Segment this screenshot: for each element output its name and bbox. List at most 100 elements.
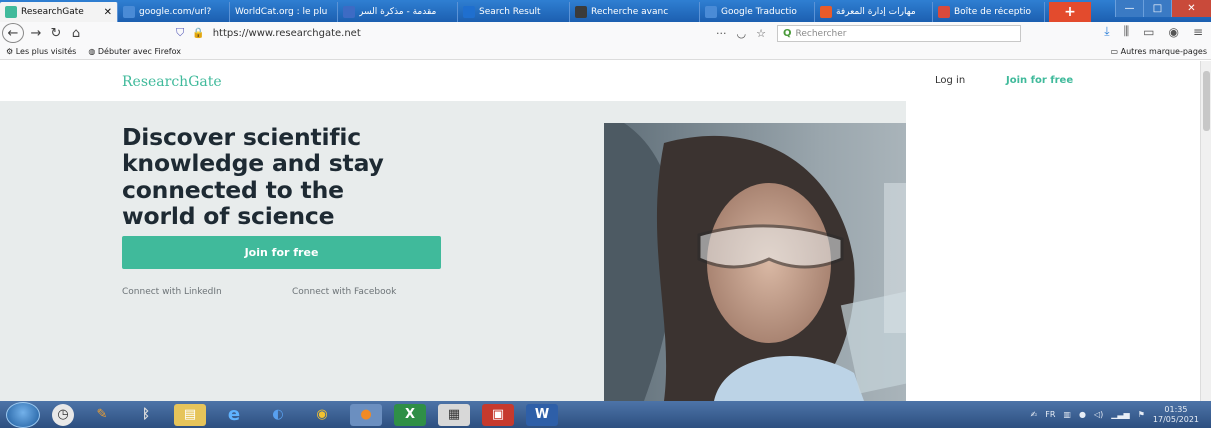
calculator-icon[interactable]: ▦ xyxy=(438,403,470,426)
back-button[interactable]: ← xyxy=(2,23,24,43)
clock-time: 01:35 xyxy=(1164,405,1188,415)
url-text[interactable]: https://www.researchgate.net xyxy=(213,28,361,39)
minimize-icon[interactable]: — xyxy=(1115,0,1143,17)
heading-line: world of science xyxy=(122,201,335,230)
site-favicon-icon xyxy=(575,6,587,18)
login-link[interactable]: Log in xyxy=(935,75,965,86)
maximize-icon[interactable]: □ xyxy=(1143,0,1171,17)
close-tab-icon[interactable]: ✕ xyxy=(104,7,112,18)
home-button[interactable]: ⌂ xyxy=(66,23,86,43)
tab-google-traduction[interactable]: Google Traductio xyxy=(700,2,815,22)
search-placeholder: Rechercher xyxy=(795,28,847,39)
site-logo[interactable]: ResearchGate xyxy=(122,74,222,90)
skype-icon[interactable]: ◐ xyxy=(262,404,294,426)
web-page: ResearchGate Log in Join for free Discov… xyxy=(0,61,1211,401)
bookmark-star-icon[interactable]: ☆ xyxy=(756,27,766,40)
search-engine-icon[interactable]: Q xyxy=(783,28,792,39)
gmail-favicon-icon xyxy=(938,6,950,18)
join-for-free-button[interactable]: Join for free xyxy=(122,236,441,269)
antivirus-icon[interactable]: ● xyxy=(1079,410,1086,419)
internet-explorer-icon[interactable]: e xyxy=(218,404,250,426)
tab-bar: ResearchGate ✕ google.com/url? WorldCat.… xyxy=(0,0,1211,22)
tab-label: مقدمة - مذكرة السر xyxy=(359,7,437,17)
join-link[interactable]: Join for free xyxy=(1006,75,1073,86)
navigation-bar: ← → ↻ ⌂ ⛉ 🔒 https://www.researchgate.net… xyxy=(0,22,1211,44)
bookmarks-bar: ⚙ Les plus visités ◍ Débuter avec Firefo… xyxy=(0,44,1211,60)
toolbar-right: ⤓ ⫼ ▭ ◉ ≡ xyxy=(1104,24,1203,39)
tracking-shield-icon[interactable]: ⛉ xyxy=(176,26,184,40)
tab-label: مهارات إدارة المعرفة xyxy=(836,7,916,17)
connect-facebook-link[interactable]: Connect with Facebook xyxy=(292,287,396,297)
tab-worldcat[interactable]: WorldCat.org : le plu xyxy=(230,2,338,22)
site-header: ResearchGate Log in Join for free xyxy=(0,61,1200,101)
bookmark-label: Les plus visités xyxy=(15,47,77,56)
tab-gmail[interactable]: Boîte de réceptio xyxy=(933,2,1045,22)
tab-label: Recherche avanc xyxy=(591,7,669,17)
google-favicon-icon xyxy=(123,6,135,18)
tab-label: Search Result xyxy=(479,7,541,17)
tab-google-url[interactable]: google.com/url? xyxy=(118,2,230,22)
sidebar-icon[interactable]: ▭ xyxy=(1143,25,1154,39)
chrome-icon[interactable]: ◉ xyxy=(306,404,338,426)
tab-recherche-avancee[interactable]: Recherche avanc xyxy=(570,2,700,22)
hero-section: Discover scientific knowledge and stay c… xyxy=(0,101,1085,401)
tab-label: Boîte de réceptio xyxy=(954,7,1031,17)
new-tab-button[interactable]: + xyxy=(1049,2,1091,22)
firefox-icon[interactable]: ● xyxy=(350,403,382,426)
bluetooth-icon[interactable]: ᛒ xyxy=(130,404,162,426)
forward-button[interactable]: → xyxy=(26,23,46,43)
network-icon[interactable]: ▥ xyxy=(1063,410,1071,419)
volume-icon[interactable]: ◁) xyxy=(1094,410,1103,419)
clock[interactable]: 01:35 17/05/2021 xyxy=(1153,405,1199,423)
pdf-reader-icon[interactable]: ▣ xyxy=(482,403,514,426)
page-actions-icon[interactable]: ··· xyxy=(716,27,727,40)
extension-icon[interactable]: ◉ xyxy=(1168,25,1178,39)
signal-icon[interactable]: ▁▃▅ xyxy=(1111,410,1129,419)
search-input[interactable]: Q Rechercher xyxy=(777,25,1021,42)
bookmark-getting-started[interactable]: ◍ Débuter avec Firefox xyxy=(88,47,181,56)
clock-date: 17/05/2021 xyxy=(1152,414,1199,424)
download-icon[interactable]: ⤓ xyxy=(1104,24,1109,39)
clock-app-icon[interactable]: ◷ xyxy=(52,403,74,426)
translate-favicon-icon xyxy=(705,6,717,18)
language-indicator[interactable]: FR xyxy=(1045,410,1055,419)
library-icon[interactable]: ⫼ xyxy=(1124,24,1130,39)
reload-button[interactable]: ↻ xyxy=(46,23,66,43)
input-method-icon[interactable]: ✍ xyxy=(1031,410,1038,419)
hero-right-panel xyxy=(906,101,1200,401)
word-icon[interactable]: W xyxy=(526,403,558,426)
other-bookmarks-label: Autres marque-pages xyxy=(1120,47,1207,56)
paint-icon[interactable]: ✎ xyxy=(86,404,118,426)
window-close-icon[interactable]: ✕ xyxy=(1171,0,1211,17)
heading-line: connected to the xyxy=(122,175,344,204)
menu-icon[interactable]: ≡ xyxy=(1193,25,1203,39)
tab-label: Google Traductio xyxy=(721,7,797,17)
site-favicon-icon xyxy=(343,6,355,18)
tab-label: WorldCat.org : le plu xyxy=(235,7,328,17)
tab-label: google.com/url? xyxy=(139,7,212,17)
connect-linkedin-link[interactable]: Connect with LinkedIn xyxy=(122,287,222,297)
pocket-icon[interactable]: ◡ xyxy=(737,27,747,40)
heading-line: Discover scientific xyxy=(122,123,361,151)
lock-icon[interactable]: 🔒 xyxy=(192,28,204,39)
other-bookmarks[interactable]: ▭ Autres marque-pages xyxy=(1111,47,1207,56)
bookmark-label: Débuter avec Firefox xyxy=(97,47,181,56)
windows-taskbar: ◷ ✎ ᛒ ▤ e ◐ ◉ ● X ▦ ▣ W ✍ FR ▥ ● ◁) ▁▃▅ … xyxy=(0,401,1211,428)
file-explorer-icon[interactable]: ▤ xyxy=(174,403,206,426)
system-tray: ✍ FR ▥ ● ◁) ▁▃▅ ⚑ 01:35 17/05/2021 xyxy=(1031,401,1211,428)
excel-icon[interactable]: X xyxy=(394,403,426,426)
page-scrollbar[interactable] xyxy=(1200,61,1211,401)
tab-label: ResearchGate xyxy=(21,7,84,17)
tab-arabic-1[interactable]: مقدمة - مذكرة السر xyxy=(338,2,458,22)
tab-researchgate[interactable]: ResearchGate ✕ xyxy=(0,2,118,22)
flag-icon[interactable]: ⚑ xyxy=(1138,410,1145,419)
tab-arabic-2[interactable]: مهارات إدارة المعرفة xyxy=(815,2,933,22)
blogger-favicon-icon xyxy=(820,6,832,18)
scrollbar-thumb[interactable] xyxy=(1203,71,1210,131)
url-bar[interactable]: ⛉ 🔒 https://www.researchgate.net ··· ◡ ☆ xyxy=(176,24,766,42)
tab-search-result[interactable]: Search Result xyxy=(458,2,570,22)
researchgate-favicon-icon xyxy=(5,6,17,18)
window-controls: — □ ✕ xyxy=(1115,0,1211,18)
bookmark-most-visited[interactable]: ⚙ Les plus visités xyxy=(6,47,76,56)
start-button[interactable] xyxy=(6,401,40,428)
